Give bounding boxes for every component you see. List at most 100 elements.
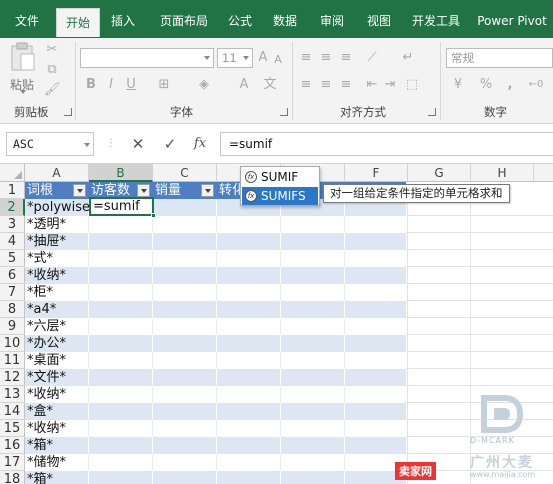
align-center-icon[interactable]: ≡: [318, 77, 334, 93]
column-header-b[interactable]: B: [89, 164, 153, 182]
copy-icon[interactable]: ⧉: [44, 62, 60, 78]
tab-file[interactable]: 文件: [4, 7, 50, 36]
cut-icon[interactable]: ✂: [44, 42, 60, 58]
column-header-g[interactable]: G: [408, 164, 471, 182]
font-name-dropdown[interactable]: [80, 48, 214, 68]
cell-a4[interactable]: *抽屉*: [25, 233, 91, 250]
autocomplete-item-sumifs[interactable]: fx SUMIFS: [242, 187, 318, 205]
tab-view[interactable]: 视图: [358, 7, 400, 36]
formula-input[interactable]: =sumif: [220, 132, 553, 156]
cell-a10[interactable]: *办公*: [25, 335, 91, 352]
empty-cells[interactable]: [406, 216, 553, 233]
orientation-icon[interactable]: ⟋: [364, 50, 380, 66]
fill-color-icon[interactable]: ◈: [196, 77, 212, 93]
row-header-7[interactable]: 7: [0, 284, 25, 301]
underline-icon[interactable]: U: [124, 77, 138, 93]
row-header-5[interactable]: 5: [0, 250, 25, 267]
cell-a7[interactable]: *柜*: [25, 284, 91, 301]
empty-cells[interactable]: [406, 301, 553, 318]
empty-cells[interactable]: [406, 335, 553, 352]
cell-a14[interactable]: *盒*: [25, 403, 91, 420]
tab-insert[interactable]: 插入: [102, 7, 144, 36]
cell-a12[interactable]: *文件*: [25, 369, 91, 386]
tab-page-layout[interactable]: 页面布局: [152, 7, 216, 36]
align-left-icon[interactable]: ≡: [298, 77, 314, 93]
select-all-button[interactable]: [0, 164, 25, 182]
column-header-h[interactable]: H: [471, 164, 534, 182]
empty-cells[interactable]: [406, 352, 553, 369]
align-right-icon[interactable]: ≡: [338, 77, 354, 93]
empty-cells[interactable]: [406, 369, 553, 386]
empty-cells[interactable]: [406, 284, 553, 301]
insert-function-icon[interactable]: fx: [190, 134, 210, 154]
clipboard-launcher-icon[interactable]: [64, 108, 72, 116]
tab-home[interactable]: 开始: [56, 8, 100, 37]
cell-a16[interactable]: *箱*: [25, 437, 91, 454]
row-header-4[interactable]: 4: [0, 233, 25, 250]
tab-review[interactable]: 审阅: [312, 7, 352, 36]
grow-font-icon[interactable]: A: [256, 50, 270, 66]
cell-a6[interactable]: *收纳*: [25, 267, 91, 284]
wrap-text-icon[interactable]: ↵: [400, 50, 416, 66]
row-header-13[interactable]: 13: [0, 386, 25, 403]
cell-a13[interactable]: *收纳*: [25, 386, 91, 403]
cell-a15[interactable]: *收纳*: [25, 420, 91, 437]
font-launcher-icon[interactable]: [280, 108, 288, 116]
row-header-9[interactable]: 9: [0, 318, 25, 335]
empty-cells[interactable]: [406, 233, 553, 250]
row-header-12[interactable]: 12: [0, 369, 25, 386]
align-middle-icon[interactable]: ≡: [318, 50, 334, 66]
increase-indent-icon[interactable]: ⇥: [382, 77, 398, 93]
phonetic-icon[interactable]: 文: [262, 77, 278, 93]
tab-power-pivot[interactable]: Power Pivot: [474, 7, 550, 36]
comma-style-icon[interactable]: ,: [502, 77, 518, 93]
filter-dropdown-icon[interactable]: [137, 184, 150, 197]
fill-handle[interactable]: [151, 213, 156, 218]
filter-dropdown-icon[interactable]: [201, 184, 214, 197]
row-header-17[interactable]: 17: [0, 454, 25, 471]
row-header-16[interactable]: 16: [0, 437, 25, 454]
cancel-icon[interactable]: ✕: [128, 134, 148, 154]
font-size-dropdown[interactable]: 11: [217, 48, 253, 68]
alignment-launcher-icon[interactable]: [428, 108, 436, 116]
cell-a8[interactable]: *a4*: [25, 301, 91, 318]
merge-center-icon[interactable]: ⬚: [404, 77, 420, 93]
column-header-a[interactable]: A: [25, 164, 89, 182]
italic-icon[interactable]: I: [104, 77, 118, 93]
tab-developer[interactable]: 开发工具: [404, 7, 468, 36]
cell-a3[interactable]: *透明*: [25, 216, 91, 233]
percent-style-icon[interactable]: %: [478, 77, 494, 93]
shrink-font-icon[interactable]: A: [272, 52, 284, 68]
autocomplete-item-sumif[interactable]: fx SUMIF: [242, 168, 318, 186]
row-header-8[interactable]: 8: [0, 301, 25, 318]
row-header-1[interactable]: 1: [0, 182, 25, 199]
row-header-6[interactable]: 6: [0, 267, 25, 284]
column-header-f[interactable]: F: [345, 164, 408, 182]
cell-a17[interactable]: *储物*: [25, 454, 91, 471]
cell-a9[interactable]: *六层*: [25, 318, 91, 335]
enter-icon[interactable]: ✓: [160, 134, 180, 154]
tab-data[interactable]: 数据: [264, 7, 306, 36]
row-header-3[interactable]: 3: [0, 216, 25, 233]
empty-cells[interactable]: [406, 250, 553, 267]
row-header-2[interactable]: 2: [0, 199, 25, 216]
number-format-dropdown[interactable]: 常规: [446, 48, 553, 68]
row-header-15[interactable]: 15: [0, 420, 25, 437]
empty-cells[interactable]: [406, 318, 553, 335]
borders-icon[interactable]: ⊞: [156, 77, 172, 93]
filter-dropdown-icon[interactable]: [73, 184, 86, 197]
row-header-18[interactable]: 18: [0, 471, 25, 484]
increase-decimal-icon[interactable]: ←0: [526, 77, 546, 93]
row-header-10[interactable]: 10: [0, 335, 25, 352]
name-box[interactable]: ASC: [6, 132, 94, 156]
bold-icon[interactable]: B: [84, 77, 98, 93]
empty-cells[interactable]: [406, 267, 553, 284]
align-top-icon[interactable]: ≡: [298, 50, 314, 66]
active-cell-b2[interactable]: =sumif: [89, 197, 154, 216]
accounting-format-icon[interactable]: ¥: [450, 77, 466, 93]
cell-a11[interactable]: *桌面*: [25, 352, 91, 369]
cell-a5[interactable]: *式*: [25, 250, 91, 267]
cell-a18[interactable]: *箱*: [25, 471, 91, 484]
cell-a2[interactable]: *polywise*: [25, 199, 91, 216]
format-painter-icon[interactable]: 🖌: [44, 82, 61, 98]
